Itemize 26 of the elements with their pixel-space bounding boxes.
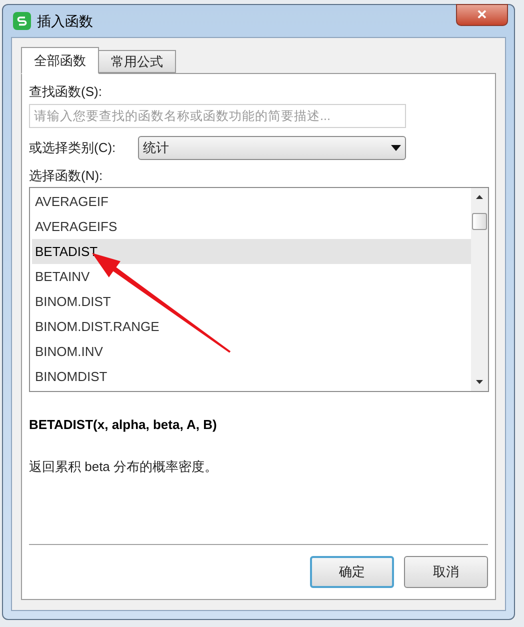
- function-item[interactable]: AVERAGEIF: [32, 189, 471, 214]
- function-description: 返回累积 beta 分布的概率密度。: [29, 458, 219, 476]
- scroll-thumb[interactable]: [472, 213, 487, 230]
- search-label: 查找函数(S):: [29, 83, 103, 100]
- function-item[interactable]: BETADIST: [32, 239, 471, 264]
- function-item[interactable]: BINOMDIST: [32, 364, 471, 389]
- function-item[interactable]: BINOM.DIST: [32, 289, 471, 314]
- tab[interactable]: 常用公式: [99, 50, 176, 73]
- scrollbar[interactable]: [471, 188, 488, 391]
- window-title: 插入函数: [37, 12, 93, 30]
- tab[interactable]: 全部函数: [21, 47, 99, 74]
- dialog-button[interactable]: 确定: [310, 556, 394, 588]
- search-field[interactable]: 请输入您要查找的函数名称或函数功能的简要描述...: [29, 104, 406, 128]
- scroll-up-icon[interactable]: [476, 195, 483, 199]
- function-item[interactable]: BINOM.INV: [32, 339, 471, 364]
- function-item[interactable]: AVERAGEIFS: [32, 214, 471, 239]
- function-item[interactable]: BINOM.DIST.RANGE: [32, 314, 471, 339]
- category-dropdown[interactable]: 统计: [138, 136, 406, 160]
- function-signature: BETADIST(x, alpha, beta, A, B): [29, 416, 218, 434]
- scroll-down-icon[interactable]: [476, 380, 483, 384]
- function-list-label: 选择函数(N):: [29, 167, 104, 184]
- function-item[interactable]: BETAINV: [32, 264, 471, 289]
- dropdown-caret-icon: [391, 145, 401, 151]
- app-logo-icon: [13, 12, 31, 30]
- category-label: 或选择类别(C):: [29, 139, 117, 158]
- dialog-button[interactable]: 取消: [404, 556, 488, 588]
